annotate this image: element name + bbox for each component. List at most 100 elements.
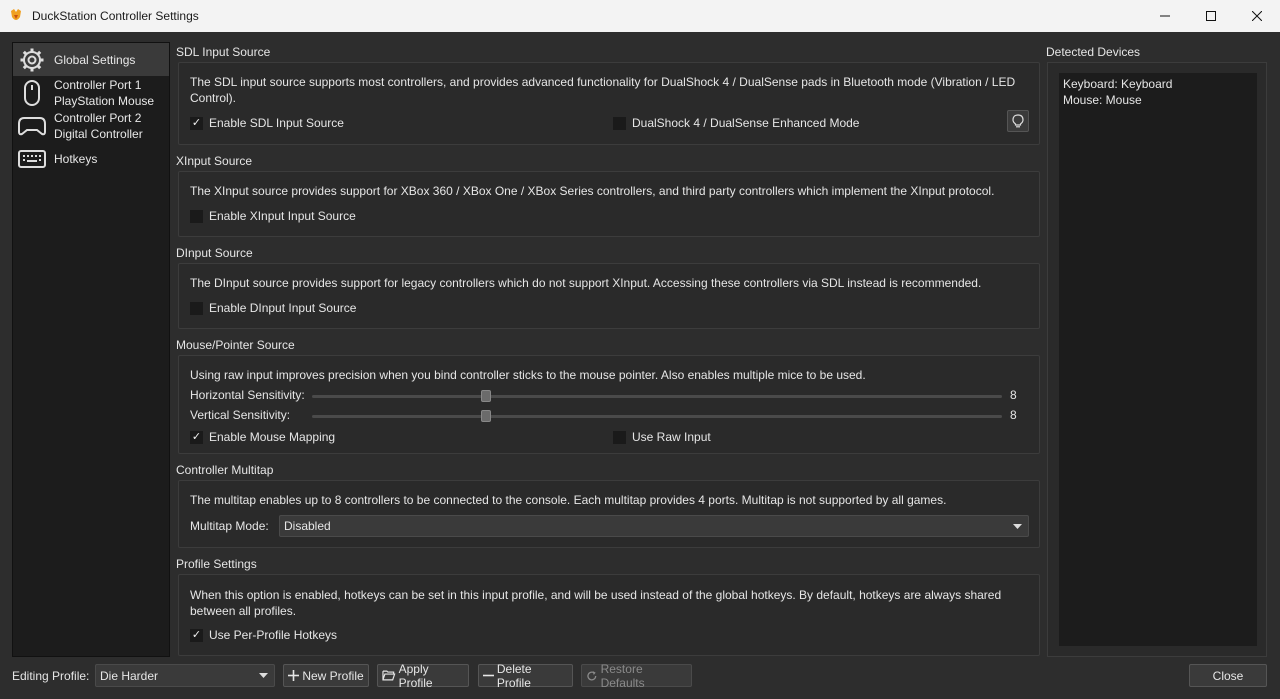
horizontal-sensitivity-row: Horizontal Sensitivity: 8 [190,388,1030,404]
plus-icon [288,670,300,681]
title-bar: DuckStation Controller Settings [0,0,1280,32]
checkbox-label: Use Per-Profile Hotkeys [209,628,338,642]
maximize-icon [1206,11,1216,21]
horizontal-sensitivity-label: Horizontal Sensitivity: [190,388,305,402]
checkbox-label: Use Raw Input [632,430,711,444]
vertical-sensitivity-value: 8 [1010,408,1017,422]
slider-handle[interactable] [481,410,491,422]
vertical-sensitivity-slider[interactable] [312,410,1002,422]
sidebar-item-hotkeys[interactable]: Hotkeys [13,142,169,175]
profile-select[interactable]: Die Harder [95,664,275,687]
minimize-button[interactable] [1142,0,1188,32]
detected-devices-list[interactable]: Keyboard: Keyboard Mouse: Mouse [1059,73,1257,646]
minimize-icon [1160,15,1170,17]
restore-defaults-button[interactable]: Restore Defaults [581,661,692,690]
detected-devices-title: Detected Devices [1046,45,1141,59]
horizontal-sensitivity-value: 8 [1010,388,1017,402]
profile-section-title: Profile Settings [176,557,257,571]
mouse-section-title: Mouse/Pointer Source [176,338,295,352]
sidebar-item-sublabel: PlayStation Mouse [54,93,155,108]
slider-handle[interactable] [481,390,491,402]
checkbox-box [190,301,203,315]
sidebar-item-controller-port-1[interactable]: Controller Port 1 PlayStation Mouse [13,76,169,109]
dinput-group: The DInput source provides support for l… [178,263,1040,329]
new-profile-button[interactable]: New Profile [283,664,369,687]
settings-sidebar: Global Settings Controller Port 1 PlaySt… [12,42,170,657]
enable-sdl-checkbox[interactable]: ✓ Enable SDL Input Source [190,116,344,130]
xinput-description: The XInput source provides support for X… [190,184,995,198]
gear-icon [17,45,47,75]
use-raw-input-checkbox[interactable]: Use Raw Input [613,430,711,444]
minus-icon [483,674,494,677]
list-item[interactable]: Mouse: Mouse [1063,92,1253,108]
multitap-group: The multitap enables up to 8 controllers… [178,480,1040,548]
list-item[interactable]: Keyboard: Keyboard [1063,76,1253,92]
checkbox-label: DualShock 4 / DualSense Enhanced Mode [632,116,860,130]
checkbox-box: ✓ [190,628,203,642]
checkbox-label: Enable XInput Input Source [209,209,356,223]
apply-profile-button[interactable]: Apply Profile [377,661,469,690]
close-window-button[interactable] [1234,0,1280,32]
sdl-led-button[interactable] [1007,110,1029,132]
enable-dinput-checkbox[interactable]: Enable DInput Input Source [190,301,356,315]
button-label: Close [1212,668,1244,683]
sidebar-item-label: Global Settings [54,52,136,67]
multitap-mode-select[interactable]: Disabled [279,515,1029,537]
checkbox-label: Enable DInput Input Source [209,301,357,315]
checkbox-label: Enable SDL Input Source [209,116,344,130]
checkbox-label: Enable Mouse Mapping [209,430,336,444]
mouse-group: Using raw input improves precision when … [178,355,1040,454]
horizontal-sensitivity-slider[interactable] [312,390,1002,402]
profile-select-value: Die Harder [100,668,159,683]
sidebar-item-controller-port-2[interactable]: Controller Port 2 Digital Controller [13,109,169,142]
multitap-description: The multitap enables up to 8 controllers… [190,493,947,507]
multitap-mode-label: Multitap Mode: [190,519,269,533]
xinput-section-title: XInput Source [176,154,253,168]
mouse-icon [17,78,47,108]
sdl-description: The SDL input source supports most contr… [190,75,1016,89]
keyboard-icon [17,144,47,174]
refresh-icon [587,670,597,680]
xinput-group: The XInput source provides support for X… [178,171,1040,237]
sidebar-item-global-settings[interactable]: Global Settings [13,43,169,76]
chevron-down-icon [1013,524,1022,529]
checkbox-box: ✓ [190,430,203,444]
button-label: Apply Profile [398,661,433,690]
delete-profile-button[interactable]: Delete Profile [478,661,573,690]
button-label: Delete Profile [496,661,532,690]
sidebar-item-label: Hotkeys [54,151,98,166]
profile-group: When this option is enabled, hotkeys can… [178,574,1040,656]
gamepad-icon [17,111,47,141]
mouse-description: Using raw input improves precision when … [190,368,866,382]
enable-mouse-mapping-checkbox[interactable]: ✓ Enable Mouse Mapping [190,430,335,444]
per-profile-hotkeys-checkbox[interactable]: ✓ Use Per-Profile Hotkeys [190,628,337,642]
window-title: DuckStation Controller Settings [32,9,199,23]
multitap-mode-value: Disabled [284,519,331,533]
editing-profile-label: Editing Profile: [12,669,90,683]
profile-description-line2: between all profiles. [190,604,297,618]
dinput-section-title: DInput Source [176,246,253,260]
folder-open-icon [382,670,396,681]
multitap-section-title: Controller Multitap [176,463,274,477]
sidebar-item-label: Controller Port 1 [54,77,142,92]
sidebar-item-sublabel: Digital Controller [54,126,143,141]
sdl-group: The SDL input source supports most contr… [178,62,1040,145]
button-label: Restore Defaults [600,661,645,690]
dualshock-enhanced-checkbox[interactable]: DualShock 4 / DualSense Enhanced Mode [613,116,859,130]
detected-devices-group: Keyboard: Keyboard Mouse: Mouse [1047,62,1267,657]
sidebar-item-label: Controller Port 2 [54,110,142,125]
profile-description: When this option is enabled, hotkeys can… [190,588,1002,602]
sdl-section-title: SDL Input Source [176,45,271,59]
maximize-button[interactable] [1188,0,1234,32]
close-button[interactable]: Close [1189,664,1267,687]
checkbox-box [190,209,203,223]
lightbulb-icon [1012,114,1024,128]
sdl-description-line2: Control). [190,91,237,105]
vertical-sensitivity-label: Vertical Sensitivity: [190,408,291,422]
dinput-description: The DInput source provides support for l… [190,276,982,290]
enable-xinput-checkbox[interactable]: Enable XInput Input Source [190,209,356,223]
chevron-down-icon [259,673,268,678]
duckstation-logo-icon [11,9,21,20]
vertical-sensitivity-row: Vertical Sensitivity: 8 [190,408,1030,424]
checkbox-box [613,116,626,130]
